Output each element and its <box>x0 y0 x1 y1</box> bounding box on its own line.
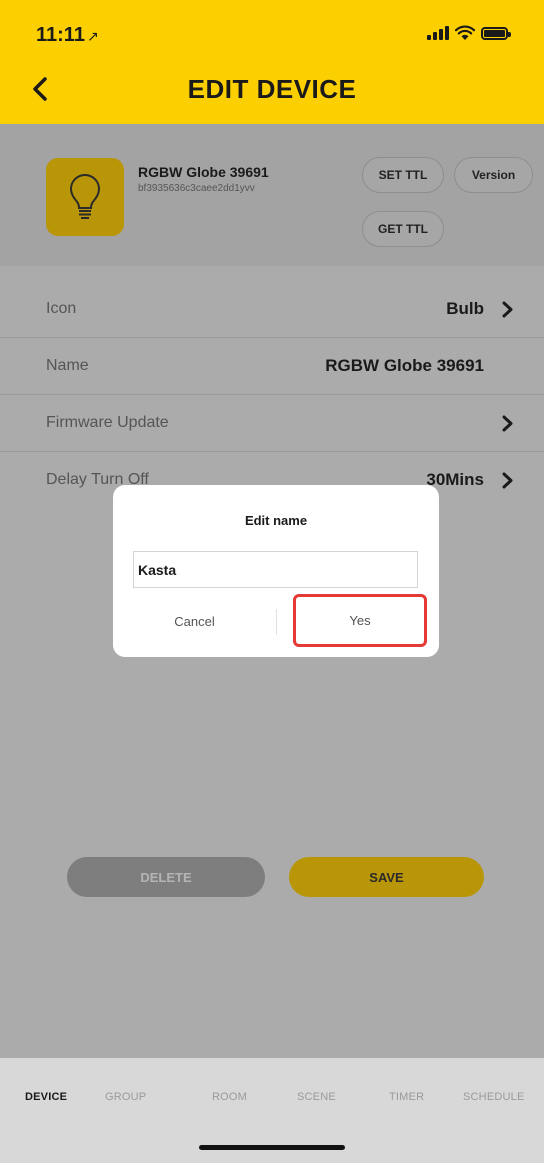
tab-timer[interactable]: TIMER <box>389 1091 424 1103</box>
chevron-right-icon <box>502 415 513 432</box>
settings-row-label: Icon <box>46 300 77 317</box>
device-id: bf3935636c3caee2dd1yvv <box>138 183 255 194</box>
cellular-signal-icon <box>427 26 449 40</box>
device-summary: RGBW Globe 39691 bf3935636c3caee2dd1yvv … <box>0 124 544 266</box>
home-indicator[interactable] <box>199 1145 345 1150</box>
settings-row-value: RGBW Globe 39691 <box>325 356 484 375</box>
yes-button[interactable]: Yes <box>293 594 427 647</box>
settings-row-firmware-update[interactable]: Firmware Update <box>0 395 544 452</box>
settings-row-label: Firmware Update <box>46 414 169 431</box>
tab-group[interactable]: GROUP <box>105 1091 146 1103</box>
page-title: EDIT DEVICE <box>187 74 357 104</box>
bottom-tab-bar: DEVICE GROUP ROOM SCENE TIMER SCHEDULE <box>0 1058 544 1163</box>
version-button[interactable]: Version <box>454 157 533 193</box>
tab-schedule[interactable]: SCHEDULE <box>463 1091 525 1103</box>
cancel-button[interactable]: Cancel <box>113 605 276 639</box>
location-icon: ↗ <box>86 28 99 44</box>
chevron-right-icon <box>502 301 513 318</box>
delete-button[interactable]: DELETE <box>67 857 265 897</box>
set-ttl-button[interactable]: SET TTL <box>362 157 444 193</box>
settings-row-name[interactable]: Name RGBW Globe 39691 <box>0 338 544 395</box>
tab-room[interactable]: ROOM <box>212 1091 247 1103</box>
battery-icon <box>481 26 511 40</box>
tab-device[interactable]: DEVICE <box>25 1091 67 1103</box>
tab-scene[interactable]: SCENE <box>297 1091 336 1103</box>
device-name: RGBW Globe 39691 <box>138 164 269 180</box>
button-divider <box>276 609 277 635</box>
settings-row-value: Bulb <box>446 299 484 318</box>
edit-name-dialog: Edit name Cancel Yes <box>113 485 439 657</box>
get-ttl-button[interactable]: GET TTL <box>362 211 444 247</box>
wifi-icon <box>455 25 475 40</box>
dialog-title: Edit name <box>244 513 308 528</box>
settings-row-value: 30Mins <box>426 470 484 489</box>
status-icons <box>427 25 511 41</box>
status-time: 11:11 ↗ <box>36 24 99 47</box>
device-bulb-icon <box>46 158 124 236</box>
name-input[interactable] <box>133 551 418 588</box>
save-button[interactable]: SAVE <box>289 857 484 897</box>
chevron-right-icon <box>502 472 513 489</box>
app-header: 11:11 ↗ EDIT DEVICE <box>0 0 544 124</box>
status-time-text: 11:11 <box>36 24 85 46</box>
settings-row-label: Name <box>46 357 89 374</box>
settings-row-icon[interactable]: Icon Bulb <box>0 281 544 338</box>
